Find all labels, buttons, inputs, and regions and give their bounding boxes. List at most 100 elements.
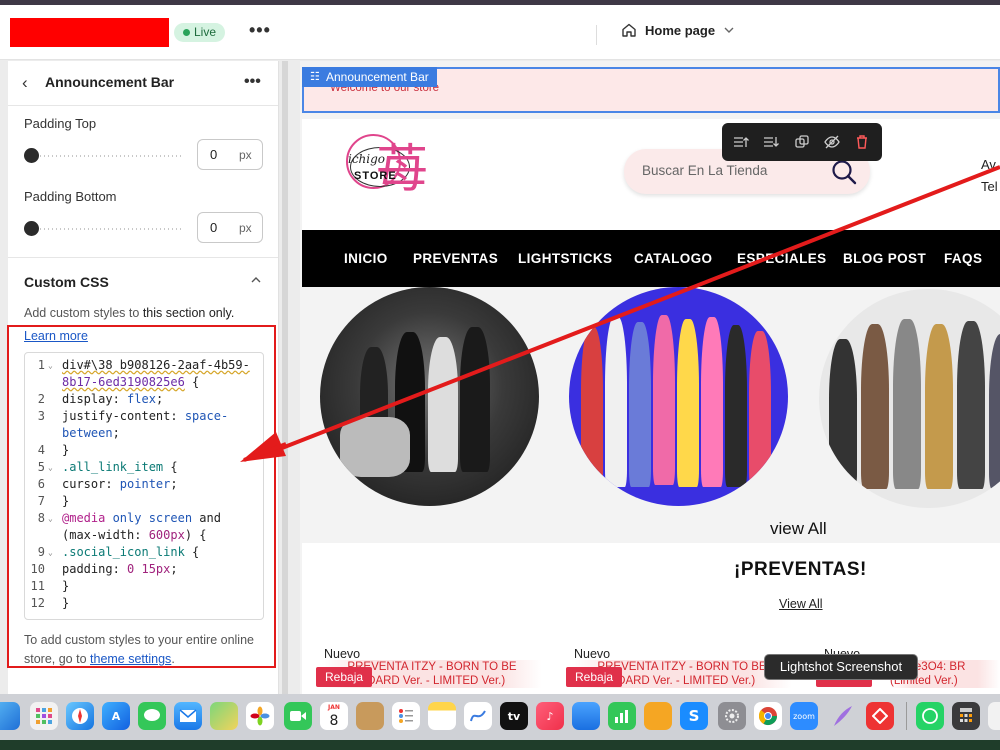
calendar-icon[interactable]: JAN 8 bbox=[320, 702, 348, 730]
move-up-icon[interactable] bbox=[732, 133, 750, 151]
code-line: 8 ⌄ @media only screen and bbox=[25, 510, 263, 527]
editor-top-bar: Live ••• Home page bbox=[0, 5, 1000, 60]
skype-icon[interactable]: S bbox=[680, 702, 708, 730]
store-main-nav: INICIO PREVENTAS LIGHTSTICKS CATALOGO ES… bbox=[302, 230, 1000, 287]
nav-item-catalogo[interactable]: CATALOGO bbox=[634, 251, 712, 266]
pages-icon[interactable] bbox=[644, 702, 672, 730]
page-selector-dropdown[interactable]: Home page bbox=[621, 22, 735, 38]
slider-handle[interactable] bbox=[24, 221, 39, 236]
app-store-icon[interactable]: A bbox=[102, 702, 130, 730]
preventas-view-all-link[interactable]: View All bbox=[779, 597, 823, 611]
zoom-icon[interactable]: zoom bbox=[790, 702, 818, 730]
nav-item-inicio[interactable]: INICIO bbox=[344, 251, 388, 266]
tv-label: tv bbox=[507, 709, 521, 723]
padding-top-input[interactable]: 0 px bbox=[197, 139, 263, 170]
duplicate-icon[interactable] bbox=[793, 133, 811, 151]
search-placeholder: Buscar En La Tienda bbox=[642, 163, 768, 178]
freeform-icon[interactable] bbox=[464, 702, 492, 730]
theme-settings-link[interactable]: theme settings bbox=[90, 652, 171, 666]
anydesk-icon[interactable] bbox=[866, 702, 894, 730]
collection-image-boy-group[interactable] bbox=[819, 289, 1000, 508]
product-title-line2: NDARD Ver. - LIMITED Ver.) bbox=[358, 675, 506, 687]
lightshot-feather-icon[interactable] bbox=[828, 702, 856, 730]
desc-text: Add custom styles to bbox=[24, 306, 143, 320]
fold-icon[interactable]: ⌄ bbox=[48, 510, 53, 527]
back-chevron-icon[interactable]: ‹ bbox=[22, 73, 28, 93]
contacts-icon[interactable] bbox=[356, 702, 384, 730]
view-all-collections-link[interactable]: view All bbox=[770, 519, 827, 539]
nav-item-preventas[interactable]: PREVENTAS bbox=[413, 251, 498, 266]
search-icon[interactable] bbox=[830, 158, 858, 186]
code-line: 2 display: flex; bbox=[25, 391, 263, 408]
line-number: 1 bbox=[37, 358, 45, 372]
fold-icon[interactable]: ⌄ bbox=[48, 459, 53, 476]
css-code-editor[interactable]: 1 ⌄ div#\38 b908126-2aaf-4b59- 8b17-6ed319… bbox=[24, 352, 264, 620]
facetime-icon[interactable] bbox=[284, 702, 312, 730]
safari-icon[interactable] bbox=[66, 702, 94, 730]
fold-icon[interactable]: ⌄ bbox=[48, 357, 53, 374]
padding-top-slider[interactable] bbox=[24, 148, 182, 164]
panel-resize-handle[interactable] bbox=[282, 61, 288, 694]
more-options-button[interactable]: ••• bbox=[249, 21, 271, 39]
code-line: 4} bbox=[25, 442, 263, 459]
learn-more-link[interactable]: Learn more bbox=[24, 329, 88, 343]
page-selector-label: Home page bbox=[645, 22, 716, 38]
unit-label: px bbox=[239, 148, 252, 162]
slider-track bbox=[32, 155, 182, 157]
fold-icon[interactable]: ⌄ bbox=[48, 544, 53, 561]
whatsapp-icon[interactable] bbox=[916, 702, 944, 730]
launchpad-icon[interactable] bbox=[30, 702, 58, 730]
keynote-icon[interactable] bbox=[572, 702, 600, 730]
chevron-up-icon[interactable] bbox=[250, 274, 262, 286]
line-number: 2 bbox=[37, 392, 45, 406]
code-line: 12} bbox=[25, 595, 263, 612]
header-contact-line2: Tel bbox=[981, 179, 998, 194]
nav-item-lightsticks[interactable]: LIGHTSTICKS bbox=[518, 251, 612, 266]
padding-bottom-slider[interactable] bbox=[24, 221, 182, 237]
section-icon: ☷ bbox=[310, 71, 320, 83]
chrome-icon[interactable] bbox=[754, 702, 782, 730]
code-line: 5 ⌄ .all_link_item { bbox=[25, 459, 263, 476]
delete-icon[interactable] bbox=[853, 133, 871, 151]
store-logo[interactable]: 苺 ichigo STORE bbox=[344, 132, 436, 217]
finder-icon[interactable] bbox=[0, 702, 20, 730]
code-line: 3 justify-content: space- bbox=[25, 408, 263, 425]
mail-icon[interactable] bbox=[174, 702, 202, 730]
collection-image-girl-group[interactable] bbox=[569, 287, 788, 506]
apple-tv-icon[interactable]: tv bbox=[500, 702, 528, 730]
music-icon[interactable]: ♪ bbox=[536, 702, 564, 730]
padding-bottom-label: Padding Bottom bbox=[24, 189, 117, 204]
line-number: 3 bbox=[37, 409, 45, 423]
logo-text-bottom: STORE bbox=[354, 170, 397, 182]
nav-item-faqs[interactable]: FAQS bbox=[944, 251, 982, 266]
preventas-title: ¡PREVENTAS! bbox=[734, 559, 867, 580]
slider-handle[interactable] bbox=[24, 148, 39, 163]
selected-section-tag[interactable]: ☷ Announcement Bar bbox=[302, 67, 437, 87]
maps-icon[interactable] bbox=[210, 702, 238, 730]
code-text: cursor: pointer; bbox=[62, 477, 178, 491]
custom-css-heading[interactable]: Custom CSS bbox=[24, 274, 109, 290]
nav-item-blog-post[interactable]: BLOG POST bbox=[843, 251, 926, 266]
code-text: padding: 0 15px; bbox=[62, 562, 178, 576]
notes-icon[interactable] bbox=[428, 702, 456, 730]
messages-icon[interactable] bbox=[138, 702, 166, 730]
code-text: } bbox=[62, 596, 70, 610]
photos-icon[interactable] bbox=[246, 702, 274, 730]
code-text: .all_link_item { bbox=[62, 460, 178, 474]
panel-more-button[interactable]: ••• bbox=[244, 73, 261, 91]
move-down-icon[interactable] bbox=[762, 133, 780, 151]
reminders-icon[interactable] bbox=[392, 702, 420, 730]
padding-bottom-input[interactable]: 0 px bbox=[197, 212, 263, 243]
nav-item-especiales[interactable]: ESPECIALES bbox=[737, 251, 827, 266]
code-text: } bbox=[62, 443, 70, 457]
system-settings-icon[interactable] bbox=[718, 702, 746, 730]
padding-bottom-value: 0 bbox=[210, 220, 218, 235]
desc-emphasis: this section only. bbox=[142, 306, 235, 320]
line-number: 10 bbox=[30, 562, 45, 576]
calculator-icon[interactable] bbox=[952, 702, 980, 730]
hide-icon[interactable] bbox=[823, 133, 841, 151]
dock-app-partial-icon[interactable] bbox=[988, 702, 1000, 730]
code-text: between; bbox=[62, 426, 120, 440]
numbers-icon[interactable] bbox=[608, 702, 636, 730]
collection-image-bw-group[interactable] bbox=[320, 287, 539, 506]
